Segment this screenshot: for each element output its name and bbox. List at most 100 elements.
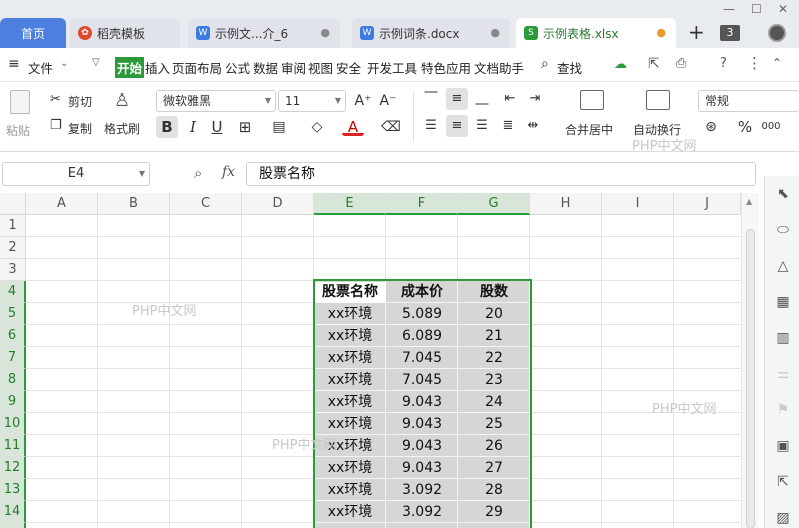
fill-bucket-icon[interactable]: △ bbox=[773, 256, 793, 276]
name-box[interactable]: E4 ▼ bbox=[2, 162, 150, 186]
italic-button[interactable]: I bbox=[182, 116, 204, 138]
menu-home[interactable]: 开始 bbox=[115, 57, 145, 78]
table-cell[interactable]: 7.045 bbox=[386, 369, 458, 391]
filter-icon[interactable]: ⚌ bbox=[773, 364, 793, 384]
hamburger-icon[interactable]: ≡ bbox=[8, 56, 20, 72]
menu-page-layout[interactable]: 页面布局 bbox=[172, 58, 222, 77]
row-header[interactable]: 6 bbox=[0, 325, 26, 347]
fill-color-icon[interactable]: ◇ bbox=[306, 116, 328, 138]
table-cell[interactable]: 3.092 bbox=[386, 501, 458, 523]
table-header-cell[interactable]: 股票名称 bbox=[314, 281, 386, 303]
vertical-scrollbar[interactable]: ▲ bbox=[741, 193, 759, 528]
cut-icon[interactable]: ✂ bbox=[50, 92, 61, 107]
currency-icon[interactable]: ⊛ bbox=[700, 116, 722, 138]
row-header[interactable]: 1 bbox=[0, 215, 26, 237]
chart-icon[interactable]: ▥ bbox=[773, 328, 793, 348]
table-cell[interactable]: xx环境 bbox=[314, 325, 386, 347]
table-cell[interactable]: 9.043 bbox=[386, 457, 458, 479]
menu-doc-assistant[interactable]: 文档助手 bbox=[474, 58, 524, 77]
menu-search[interactable]: 查找 bbox=[557, 58, 582, 77]
table-cell[interactable]: 24 bbox=[458, 391, 530, 413]
close-tab-icon[interactable]: ● bbox=[320, 26, 330, 39]
increase-indent-icon[interactable]: ⇥ bbox=[524, 88, 546, 110]
column-header[interactable]: B bbox=[98, 193, 170, 215]
table-cell[interactable]: 22 bbox=[458, 347, 530, 369]
column-header[interactable]: G bbox=[458, 193, 530, 215]
table-cell[interactable]: xx环境 bbox=[314, 479, 386, 501]
select-all-corner[interactable] bbox=[0, 193, 26, 215]
copy-icon[interactable]: ❐ bbox=[50, 118, 62, 133]
more-down-icon[interactable]: ▽ bbox=[92, 57, 100, 68]
close-tab-icon[interactable]: ● bbox=[656, 26, 666, 39]
table-cell[interactable]: 9.043 bbox=[386, 413, 458, 435]
fill-format-icon[interactable]: ▤ bbox=[268, 116, 290, 138]
merge-center-icon[interactable] bbox=[580, 90, 604, 110]
menu-insert[interactable]: 插入 bbox=[145, 58, 170, 77]
column-header[interactable]: D bbox=[242, 193, 314, 215]
row-header[interactable]: 14 bbox=[0, 501, 26, 523]
collapse-ribbon-icon[interactable]: ⌃ bbox=[772, 56, 782, 70]
thousands-separator-icon[interactable]: 000 bbox=[760, 116, 782, 138]
table-cell[interactable]: 28 bbox=[458, 479, 530, 501]
table-cell[interactable]: 27 bbox=[458, 457, 530, 479]
row-header[interactable]: 2 bbox=[0, 237, 26, 259]
paste-icon[interactable] bbox=[10, 90, 30, 114]
copy-button[interactable]: 复制 bbox=[68, 120, 92, 137]
menu-formula[interactable]: 公式 bbox=[225, 58, 250, 77]
table-header-cell[interactable]: 股数 bbox=[458, 281, 530, 303]
help-icon[interactable]: ? bbox=[720, 56, 727, 71]
table-cell[interactable]: 6.089 bbox=[386, 325, 458, 347]
clear-format-icon[interactable]: ⌫ bbox=[380, 116, 402, 138]
justify-icon[interactable]: ≣ bbox=[497, 115, 519, 137]
table-cell[interactable]: 26 bbox=[458, 435, 530, 457]
share-icon[interactable]: ⇱ bbox=[648, 56, 660, 72]
border-icon[interactable]: ⊞ bbox=[234, 116, 256, 138]
tab-doc-1[interactable]: W 示例文...介_6 ● bbox=[188, 18, 340, 48]
table-cell[interactable]: 25 bbox=[458, 413, 530, 435]
row-header[interactable]: 11 bbox=[0, 435, 26, 457]
cut-button[interactable]: 剪切 bbox=[68, 93, 92, 110]
format-painter-icon[interactable]: ♙ bbox=[114, 90, 130, 111]
align-center-icon[interactable]: ≡ bbox=[446, 115, 468, 137]
table-cell[interactable]: 7.045 bbox=[386, 347, 458, 369]
table-cell[interactable]: 21 bbox=[458, 325, 530, 347]
table-cell[interactable]: 3.092 bbox=[386, 479, 458, 501]
bold-button[interactable]: B bbox=[156, 116, 178, 138]
table-cell[interactable]: xx环境 bbox=[314, 369, 386, 391]
row-header[interactable]: 3 bbox=[0, 259, 26, 281]
row-header[interactable]: 7 bbox=[0, 347, 26, 369]
table-cell[interactable]: xx环境 bbox=[314, 347, 386, 369]
more-icon[interactable]: ⋮ bbox=[747, 54, 762, 72]
table-cell[interactable]: 9.043 bbox=[386, 435, 458, 457]
row-header[interactable]: 9 bbox=[0, 391, 26, 413]
cloud-sync-icon[interactable]: ☁ bbox=[614, 57, 627, 72]
column-header[interactable]: I bbox=[602, 193, 674, 215]
underline-button[interactable]: U bbox=[206, 116, 228, 138]
font-family-select[interactable]: 微软雅黑 ▼ bbox=[156, 90, 276, 112]
minimize-icon[interactable]: — bbox=[723, 2, 735, 16]
table-cell[interactable]: 9.043 bbox=[386, 391, 458, 413]
picture-icon[interactable]: ▨ bbox=[773, 508, 793, 528]
row-header[interactable]: 13 bbox=[0, 479, 26, 501]
chevron-down-icon[interactable]: ⌄ bbox=[60, 58, 68, 69]
tab-home[interactable]: 首页 bbox=[0, 18, 66, 48]
column-header[interactable]: E bbox=[314, 193, 386, 215]
row-header[interactable]: 10 bbox=[0, 413, 26, 435]
align-top-icon[interactable]: ⎺ bbox=[420, 88, 442, 110]
table-cell[interactable]: xx环境 bbox=[314, 391, 386, 413]
table-cell[interactable]: 20 bbox=[458, 303, 530, 325]
table-cell[interactable]: xx环境 bbox=[314, 413, 386, 435]
tab-doc-2[interactable]: W 示例词条.docx ● bbox=[352, 18, 510, 48]
align-left-icon[interactable]: ☰ bbox=[420, 115, 442, 137]
scroll-up-icon[interactable]: ▲ bbox=[746, 197, 752, 206]
font-color-button[interactable]: A bbox=[342, 116, 364, 136]
menu-data[interactable]: 数据 bbox=[253, 58, 278, 77]
row-header[interactable]: 4 bbox=[0, 281, 26, 303]
export-icon[interactable]: ⇱ bbox=[773, 472, 793, 492]
percent-button[interactable]: % bbox=[734, 116, 756, 138]
column-header[interactable]: A bbox=[26, 193, 98, 215]
paste-button[interactable]: 粘贴 bbox=[6, 122, 30, 139]
table-cell[interactable]: 23 bbox=[458, 369, 530, 391]
select-pointer-icon[interactable]: ⬉ bbox=[773, 184, 793, 204]
shapes-icon[interactable]: ⬭ bbox=[773, 220, 793, 240]
